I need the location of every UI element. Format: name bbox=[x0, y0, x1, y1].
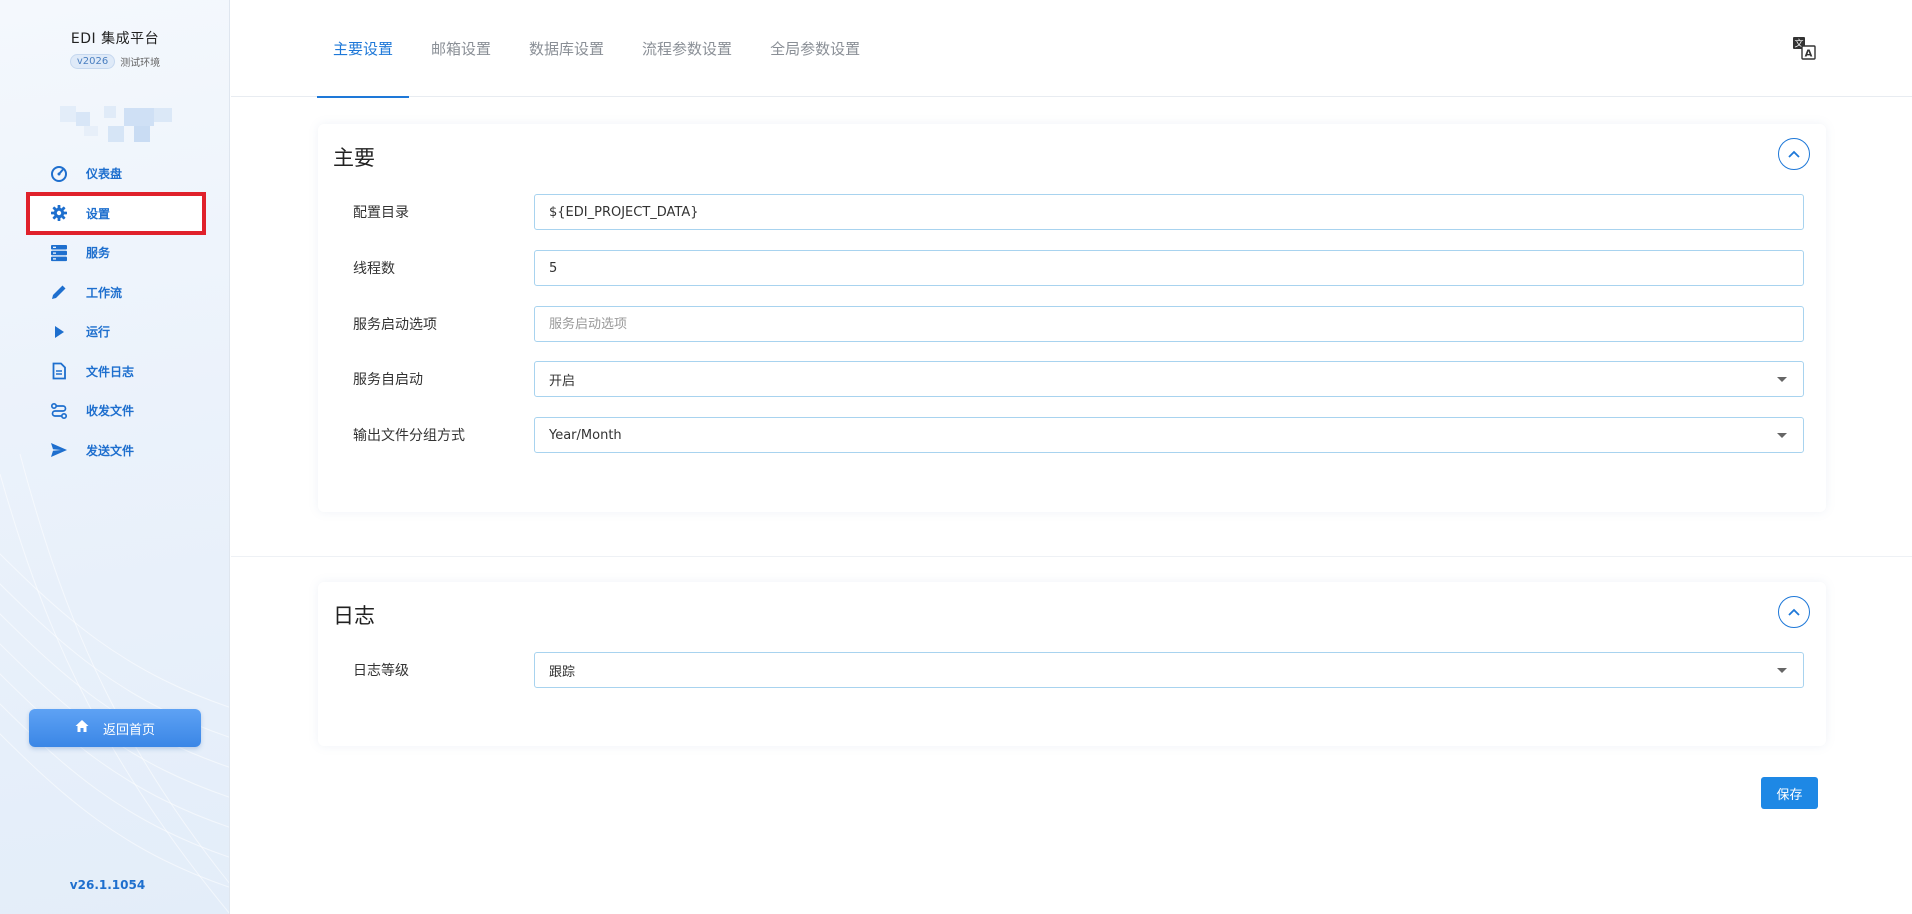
sidebar-item-file-log[interactable]: 文件日志 bbox=[28, 352, 204, 392]
chevron-down-icon bbox=[1777, 432, 1787, 438]
home-button-label: 返回首页 bbox=[102, 722, 155, 738]
sidebar: EDI 集成平台 v2026 测试环境 仪表盘 设置 服务 工作流 运行 文件日… bbox=[0, 0, 230, 914]
sidebar-item-label: 文件日志 bbox=[86, 364, 135, 379]
form-row-log-level: 日志等级 跟踪 bbox=[353, 652, 1804, 688]
sidebar-item-label: 收发文件 bbox=[86, 404, 135, 419]
app-version: v26.1.1054 bbox=[69, 878, 146, 892]
form-row-output-grouping: 输出文件分组方式 Year/Month bbox=[353, 417, 1804, 453]
main-content: 主要设置 邮箱设置 数据库设置 流程参数设置 全局参数设置 文 A 主要 配置目… bbox=[231, 0, 1912, 914]
field-label: 日志等级 bbox=[353, 663, 409, 679]
tab-process-parameters[interactable]: 流程参数设置 bbox=[626, 0, 748, 97]
chevron-down-icon bbox=[1777, 376, 1787, 382]
service-autostart-select[interactable]: 开启 bbox=[534, 361, 1804, 397]
config-dir-input[interactable] bbox=[534, 194, 1804, 230]
sidebar-item-workflow[interactable]: 工作流 bbox=[28, 273, 204, 313]
select-value: Year/Month bbox=[549, 427, 622, 443]
tab-bar: 主要设置 邮箱设置 数据库设置 流程参数设置 全局参数设置 文 A bbox=[231, 0, 1912, 98]
collapse-button-log[interactable] bbox=[1778, 596, 1810, 628]
sidebar-item-label: 工作流 bbox=[86, 285, 123, 300]
sidebar-item-label: 服务 bbox=[86, 246, 111, 261]
environment-label: 测试环境 bbox=[120, 58, 161, 69]
send-icon bbox=[50, 441, 68, 459]
brand-title: EDI 集成平台 bbox=[70, 31, 160, 47]
home-icon bbox=[75, 719, 89, 737]
speedometer-icon bbox=[50, 165, 68, 183]
select-value: 跟踪 bbox=[549, 664, 576, 680]
field-label: 配置目录 bbox=[353, 205, 409, 221]
form-row-service-autostart: 服务自启动 开启 bbox=[353, 361, 1804, 397]
file-document-icon bbox=[50, 362, 68, 380]
sidebar-item-transfer-files[interactable]: 收发文件 bbox=[28, 391, 204, 431]
sidebar-item-send-files[interactable]: 发送文件 bbox=[28, 431, 204, 471]
translate-icon[interactable]: 文 A bbox=[1792, 36, 1816, 60]
server-icon bbox=[50, 244, 68, 262]
pencil-icon bbox=[50, 283, 68, 301]
form-row-thread-count: 线程数 bbox=[353, 250, 1804, 286]
brand-subtitle: v2026 测试环境 bbox=[0, 54, 229, 69]
sidebar-item-run[interactable]: 运行 bbox=[28, 312, 204, 352]
log-level-select[interactable]: 跟踪 bbox=[534, 652, 1804, 688]
home-button[interactable]: 返回首页 bbox=[29, 709, 201, 747]
tab-global-parameters[interactable]: 全局参数设置 bbox=[754, 0, 876, 97]
form-row-service-start-options: 服务启动选项 bbox=[353, 306, 1804, 342]
main-settings-card: 主要 配置目录 线程数 服务启动选项 服务自启动 开启 输出文件分组方式 Yea bbox=[318, 124, 1826, 512]
sidebar-item-dashboard[interactable]: 仪表盘 bbox=[28, 154, 204, 194]
field-label: 服务自启动 bbox=[353, 372, 423, 388]
service-start-options-input[interactable] bbox=[534, 306, 1804, 342]
sidebar-item-label: 运行 bbox=[86, 325, 111, 340]
transfer-icon bbox=[50, 402, 68, 420]
sidebar-item-label: 仪表盘 bbox=[86, 167, 123, 182]
field-label: 线程数 bbox=[353, 261, 395, 277]
save-button[interactable]: 保存 bbox=[1761, 777, 1818, 809]
sidebar-item-label: 发送文件 bbox=[86, 443, 135, 458]
brand: EDI 集成平台 v2026 测试环境 bbox=[0, 28, 229, 69]
sidebar-wave-decoration bbox=[0, 453, 229, 914]
svg-text:A: A bbox=[1805, 49, 1813, 60]
tab-database-settings[interactable]: 数据库设置 bbox=[513, 0, 620, 97]
thread-count-input[interactable] bbox=[534, 250, 1804, 286]
chevron-down-icon bbox=[1777, 667, 1787, 673]
form-row-config-dir: 配置目录 bbox=[353, 194, 1804, 230]
version-badge: v2026 bbox=[69, 54, 116, 69]
field-label: 服务启动选项 bbox=[353, 317, 437, 333]
collapse-button-main[interactable] bbox=[1778, 138, 1810, 170]
section-title-log: 日志 bbox=[333, 604, 375, 628]
field-label: 输出文件分组方式 bbox=[353, 428, 465, 444]
tab-main-settings[interactable]: 主要设置 bbox=[317, 0, 410, 98]
settings-tabs: 主要设置 邮箱设置 数据库设置 流程参数设置 全局参数设置 bbox=[317, 0, 882, 98]
section-title-main: 主要 bbox=[333, 146, 375, 170]
chevron-up-icon bbox=[1788, 608, 1800, 616]
play-icon bbox=[50, 323, 68, 341]
sidebar-item-services[interactable]: 服务 bbox=[28, 233, 204, 273]
gear-icon bbox=[50, 204, 68, 222]
section-divider bbox=[231, 556, 1912, 557]
output-grouping-select[interactable]: Year/Month bbox=[534, 417, 1804, 453]
sidebar-item-label: 设置 bbox=[86, 206, 111, 221]
avatar bbox=[60, 106, 172, 142]
chevron-up-icon bbox=[1788, 150, 1800, 158]
tab-mailbox-settings[interactable]: 邮箱设置 bbox=[415, 0, 507, 97]
select-value: 开启 bbox=[549, 373, 576, 389]
sidebar-nav: 仪表盘 设置 服务 工作流 运行 文件日志 收发文件 发送文件 bbox=[26, 154, 206, 471]
sidebar-item-settings[interactable]: 设置 bbox=[26, 191, 206, 235]
log-settings-card: 日志 日志等级 跟踪 bbox=[318, 582, 1826, 746]
